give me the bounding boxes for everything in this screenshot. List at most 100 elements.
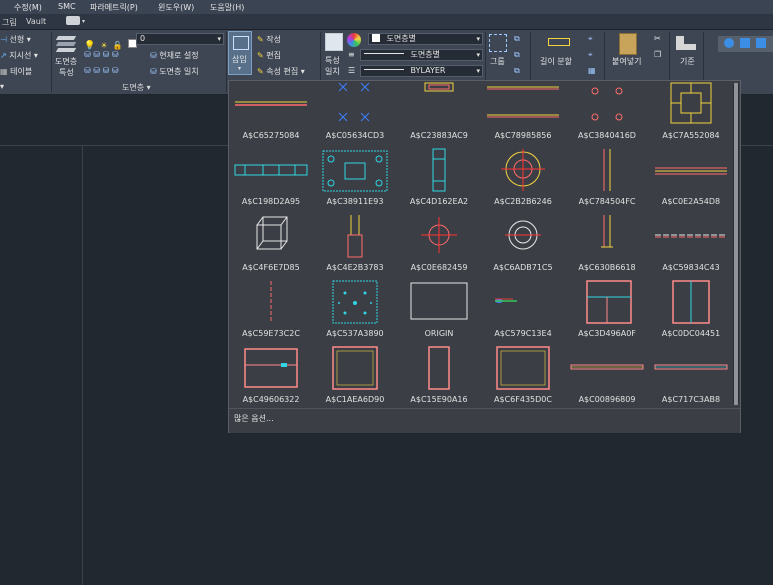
- block-item[interactable]: A$C4E2B3783: [313, 213, 397, 279]
- attribute-edit-button[interactable]: ✎ 속성 편집 ▾: [257, 66, 305, 77]
- menu-smc[interactable]: SMC: [58, 2, 76, 11]
- layer-tool-icon[interactable]: ⛁: [93, 66, 100, 75]
- block-item[interactable]: A$C6ADB71C5: [481, 213, 565, 279]
- layer-tool-icon[interactable]: ⛁: [112, 66, 119, 75]
- insert-label: 삽입: [232, 55, 247, 64]
- block-thumbnail-icon: [653, 345, 729, 393]
- block-item[interactable]: A$C3840416D: [565, 81, 649, 147]
- table-tool[interactable]: ▦ 테이블: [0, 66, 32, 77]
- block-item[interactable]: A$C65275084: [229, 81, 313, 147]
- block-item[interactable]: ORIGIN: [397, 279, 481, 345]
- calculator-icon[interactable]: ▦: [588, 66, 596, 75]
- palette-scrollbar-thumb[interactable]: [734, 83, 738, 405]
- block-item[interactable]: A$C1AEA6D90: [313, 345, 397, 411]
- lock-icon[interactable]: 🔓: [113, 41, 123, 50]
- ungroup-icon[interactable]: ⧉: [514, 34, 520, 44]
- block-item[interactable]: A$C05634CD3: [313, 81, 397, 147]
- block-item[interactable]: A$C4D162EA2: [397, 147, 481, 213]
- sun-icon[interactable]: ☀: [100, 41, 107, 50]
- view-style-icon[interactable]: [740, 38, 750, 48]
- block-item[interactable]: A$C59834C43: [649, 213, 733, 279]
- line-tool[interactable]: ⊣ 선형 ▾: [0, 34, 31, 45]
- group-edit-icon[interactable]: ⧉: [514, 50, 520, 60]
- insert-icon: [233, 36, 249, 50]
- layer-tool-icon[interactable]: ⛁: [93, 50, 100, 59]
- color-wheel-icon[interactable]: [347, 33, 361, 47]
- tab-toggle-chevron-icon[interactable]: ▾: [82, 18, 85, 25]
- measure-icon[interactable]: [548, 38, 570, 46]
- tab-vault[interactable]: Vault: [26, 17, 46, 26]
- block-item[interactable]: A$C00896809: [565, 345, 649, 411]
- layer-tool-icon[interactable]: ⛁: [112, 50, 119, 59]
- palette-scrollbar[interactable]: [733, 83, 739, 405]
- view-cube-icon[interactable]: [724, 38, 734, 48]
- cut-icon[interactable]: ✂: [654, 34, 661, 43]
- util-tool-icon[interactable]: ⌖: [588, 50, 593, 60]
- lineweight-dropdown[interactable]: BYLAYER ▾: [360, 65, 483, 77]
- block-item[interactable]: A$C4F6E7D85: [229, 213, 313, 279]
- linetype-dropdown[interactable]: 도면층별 ▾: [360, 49, 483, 61]
- more-options-row[interactable]: 많은 옵션...: [229, 408, 740, 433]
- block-item[interactable]: A$C38911E93: [313, 147, 397, 213]
- menu-parametric[interactable]: 파라메트릭(P): [90, 2, 138, 13]
- layer-tool-icon[interactable]: ⛁: [103, 50, 110, 59]
- match-layer-button[interactable]: ⛁ 도면층 일치: [150, 66, 199, 77]
- block-item[interactable]: A$C579C13E4: [481, 279, 565, 345]
- leader-label: 지시선: [9, 51, 32, 60]
- color-dropdown[interactable]: 도면층별 ▾: [368, 33, 483, 45]
- block-item[interactable]: A$C0DC04451: [649, 279, 733, 345]
- block-thumbnail-icon: [317, 345, 393, 393]
- menu-window[interactable]: 윈도우(W): [158, 2, 194, 13]
- copy-icon[interactable]: ❐: [654, 50, 661, 59]
- layer-tool-icon[interactable]: ⛁: [84, 66, 91, 75]
- menu-help[interactable]: 도움말(H): [210, 2, 244, 13]
- match-properties-icon[interactable]: [325, 33, 343, 51]
- leader-tool[interactable]: ↗ 지시선 ▾: [0, 50, 38, 61]
- block-item[interactable]: A$C6F435D0C: [481, 345, 565, 411]
- group-select-icon[interactable]: ⧉: [514, 66, 520, 76]
- tab-toggle-icon[interactable]: [66, 16, 80, 25]
- paste-icon[interactable]: [619, 33, 637, 55]
- group-label: 그룹: [490, 57, 505, 66]
- block-item[interactable]: A$C2B2B6246: [481, 147, 565, 213]
- block-item[interactable]: A$C784504FC: [565, 147, 649, 213]
- draw-panel-chevron-icon[interactable]: ▾: [0, 82, 4, 91]
- tab-draw[interactable]: 그림: [2, 17, 17, 28]
- paste-label[interactable]: 붙여넣기: [612, 56, 641, 67]
- block-item[interactable]: A$C717C3AB8: [649, 345, 733, 411]
- util-tool-icon[interactable]: ⌖: [588, 34, 593, 44]
- layer-panel-title[interactable]: 도면층 ▾: [122, 82, 151, 93]
- set-current-button[interactable]: ⛁ 현재로 설정: [150, 50, 199, 61]
- group-icon[interactable]: [489, 34, 507, 52]
- block-item[interactable]: A$C198D2A95: [229, 147, 313, 213]
- base-view-icon[interactable]: [676, 36, 696, 50]
- block-item[interactable]: A$C3D496A0F: [565, 279, 649, 345]
- block-item[interactable]: A$C23883AC9: [397, 81, 481, 147]
- block-thumbnail-icon: [485, 345, 561, 393]
- view-style-icon[interactable]: [756, 38, 766, 48]
- base-label[interactable]: 기준: [680, 56, 695, 67]
- block-item[interactable]: A$C49606322: [229, 345, 313, 411]
- block-item[interactable]: A$C630B6618: [565, 213, 649, 279]
- block-item[interactable]: A$C78985856: [481, 81, 565, 147]
- block-name: A$C7A552084: [662, 131, 720, 140]
- block-thumbnail-icon: [653, 81, 729, 129]
- insert-button[interactable]: 삽입 ▾: [228, 31, 252, 75]
- attr-edit-label: 속성 편집: [266, 67, 299, 76]
- block-item[interactable]: A$C7A552084: [649, 81, 733, 147]
- block-create-button[interactable]: ✎ 작성: [257, 34, 281, 45]
- block-thumbnail-icon: [485, 279, 561, 327]
- menu-modify[interactable]: 수정(M): [14, 2, 42, 13]
- layer-dropdown[interactable]: 0 ▾: [136, 33, 224, 45]
- linetype-icon: ≡: [348, 50, 355, 59]
- block-edit-button[interactable]: ✎ 편집: [257, 50, 281, 61]
- block-item[interactable]: A$C59E73C2C: [229, 279, 313, 345]
- block-item[interactable]: A$C15E90A16: [397, 345, 481, 411]
- layer-properties-icon[interactable]: [55, 32, 79, 54]
- block-item[interactable]: A$C0E2A54D8: [649, 147, 733, 213]
- block-item[interactable]: A$C0E682459: [397, 213, 481, 279]
- layer-tool-icon[interactable]: ⛁: [84, 50, 91, 59]
- measure-label[interactable]: 길이 분할: [540, 56, 572, 67]
- block-item[interactable]: A$C537A3890: [313, 279, 397, 345]
- layer-tool-icon[interactable]: ⛁: [103, 66, 110, 75]
